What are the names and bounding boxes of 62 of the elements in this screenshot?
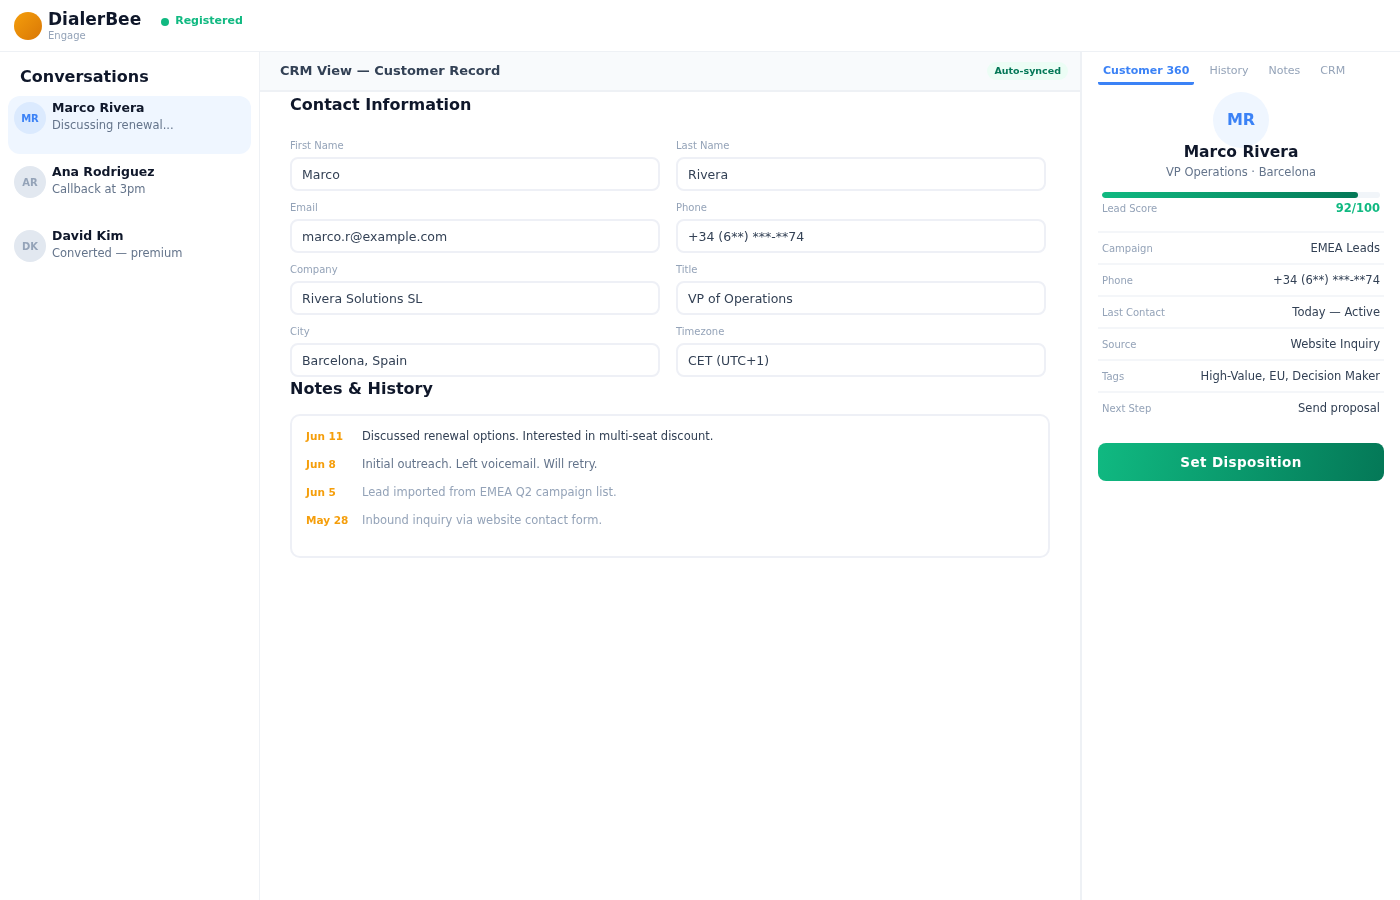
input-field[interactable]: VP of Operations: [676, 281, 1046, 315]
input-field[interactable]: marco.r@example.com: [290, 219, 660, 253]
tab[interactable]: Customer 360: [1098, 62, 1195, 85]
message-preview: Converted — premium: [52, 245, 183, 261]
detail-value: Send proposal: [1298, 399, 1380, 417]
field-label: Title: [676, 263, 699, 277]
conversation-item[interactable]: AR Ana Rodriguez Callback at 3pm: [8, 160, 251, 218]
sidebar-title: Conversations: [19, 66, 150, 88]
detail-value: EMEA Leads: [1310, 239, 1380, 257]
avatar-initials: AR: [14, 166, 46, 198]
note-text: Discussed renewal options. Interested in multi-seat discount.: [362, 428, 714, 444]
detail-label: Last Contact: [1102, 305, 1165, 320]
field-label: Email: [290, 201, 319, 215]
contact-name: David Kim: [52, 228, 125, 244]
message-preview: Callback at 3pm: [52, 181, 147, 197]
input-field[interactable]: CET (UTC+1): [676, 343, 1046, 377]
app-name: DialerBee: [48, 9, 142, 29]
field-label: Timezone: [676, 325, 726, 339]
field-label: First Name: [290, 139, 345, 153]
message-preview: Discussing renewal...: [52, 117, 174, 133]
note-text: Inbound inquiry via website contact form.: [362, 512, 603, 528]
contact-name: Ana Rodriguez: [52, 164, 155, 180]
set-disposition-button[interactable]: Set Disposition: [1098, 443, 1384, 482]
section-heading: Contact Information: [290, 95, 473, 115]
score-label: Lead Score: [1102, 202, 1158, 216]
input-field[interactable]: +34 (6**) ***-**74: [676, 219, 1046, 253]
panel-title: CRM View — Customer Record: [280, 62, 501, 81]
input-field[interactable]: Barcelona, Spain: [290, 343, 660, 377]
note-date: Jun 8: [306, 457, 337, 472]
field-label: Company: [290, 263, 339, 277]
detail-label: Campaign: [1102, 241, 1153, 256]
app-subtitle: Engage: [48, 29, 87, 42]
section-heading: Notes & History: [290, 379, 434, 399]
avatar-initials: MR: [14, 102, 46, 134]
note-date: Jun 5: [306, 485, 337, 500]
note-date: May 28: [306, 513, 350, 528]
detail-label: Phone: [1102, 273, 1133, 288]
note-date: Jun 11: [306, 429, 345, 444]
detail-value: High-Value, EU, Decision Maker: [1200, 367, 1380, 385]
field-label: Phone: [676, 201, 708, 215]
sync-status-badge: Auto-synced: [987, 61, 1068, 81]
input-field[interactable]: Marco: [290, 157, 660, 191]
conversation-item[interactable]: MR Marco Rivera Discussing renewal...: [8, 96, 251, 154]
conversation-item[interactable]: DK David Kim Converted — premium: [8, 224, 251, 282]
score-value: 92/100: [1335, 200, 1380, 217]
field-label: Last Name: [676, 139, 731, 153]
customer-subtitle: VP Operations · Barcelona: [1165, 164, 1317, 180]
avatar-initials: DK: [14, 230, 46, 262]
note-text: Lead imported from EMEA Q2 campaign list.: [362, 484, 617, 500]
detail-value: +34 (6**) ***-**74: [1273, 271, 1380, 289]
note-text: Initial outreach. Left voicemail. Will retry.: [362, 456, 598, 472]
input-field[interactable]: Rivera Solutions SL: [290, 281, 660, 315]
field-label: City: [290, 325, 311, 339]
detail-value: Today — Active: [1292, 303, 1380, 321]
detail-label: Next Step: [1102, 401, 1152, 416]
input-field[interactable]: Rivera: [676, 157, 1046, 191]
status-label: Registered: [175, 13, 243, 30]
logo-icon: [14, 11, 42, 40]
detail-label: Tags: [1102, 369, 1125, 384]
detail-label: Source: [1102, 337, 1137, 352]
detail-value: Website Inquiry: [1290, 335, 1380, 353]
contact-name: Marco Rivera: [52, 100, 146, 116]
